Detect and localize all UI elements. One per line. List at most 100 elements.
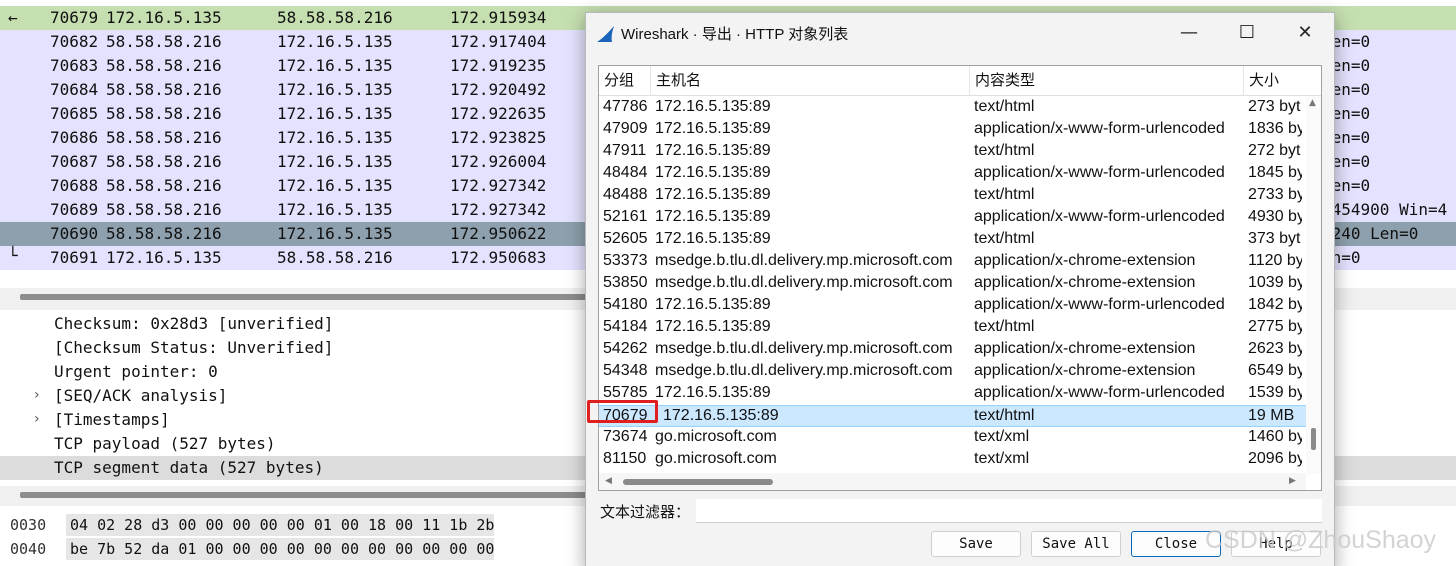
table-row[interactable]: 47909 172.16.5.135:89 application/x-www-fo… [599,119,1321,141]
packet-destination: 172.16.5.135 [277,32,393,51]
column-header-packet[interactable]: 分组 [599,66,651,96]
hostname-cell: 172.16.5.135:89 [655,186,771,203]
content-type-cell: text/xml [974,450,1030,467]
content-type-cell: application/x-www-form-urlencoded [974,296,1225,313]
hex-bytes[interactable]: be 7b 52 da 01 00 00 00 00 00 00 00 00 0… [66,538,495,560]
packet-time: 172.950622 [450,224,547,243]
packet-number-cell: 52605 [603,230,648,247]
hostname-cell: 172.16.5.135:89 [655,230,771,247]
packet-number: 70685 [50,104,99,123]
packet-source: 172.16.5.135 [106,248,222,267]
close-window-button[interactable]: ✕ [1276,13,1334,53]
text-filter-label: 文本过滤器： [600,504,691,521]
hex-bytes[interactable]: 04 02 28 d3 00 00 00 00 00 01 00 18 00 1… [66,514,495,536]
detail-text: Urgent pointer: 0 [54,362,218,381]
scroll-up-arrow-icon[interactable]: ▲ [1309,98,1316,108]
table-row[interactable]: 53373 msedge.b.tlu.dl.delivery.mp.microso… [599,251,1321,273]
table-row[interactable]: 52605 172.16.5.135:89 text/html 373 byt [599,229,1321,251]
table-row[interactable]: 54180 172.16.5.135:89 application/x-www-fo… [599,295,1321,317]
close-icon: ✕ [1297,22,1313,43]
packet-number-cell: 54180 [603,296,648,313]
packet-number: 70687 [50,152,99,171]
packet-source: 58.58.58.216 [106,200,222,219]
size-cell: 1842 by [1248,296,1302,313]
size-cell: 273 byt [1248,98,1301,115]
minimize-button[interactable]: — [1160,13,1218,53]
content-type-cell: text/html [974,98,1035,115]
packet-number-cell: 53373 [603,252,648,269]
table-row[interactable]: 81150 go.microsoft.com text/xml 2096 by [599,449,1321,471]
table-row[interactable]: 73674 go.microsoft.com text/xml 1460 by [599,427,1321,449]
packet-destination: 172.16.5.135 [277,128,393,147]
table-row[interactable]: 54348 msedge.b.tlu.dl.delivery.mp.microso… [599,361,1321,383]
hostname-cell: 172.16.5.135:89 [655,164,771,181]
content-type-cell: application/x-chrome-extension [974,274,1196,291]
text-filter-input[interactable] [696,499,1322,523]
packet-number-cell: 54348 [603,362,648,379]
packet-time: 172.919235 [450,56,547,75]
packet-number-cell: 53850 [603,274,648,291]
watermark: CSDN @ZhouShaoy [1205,526,1437,554]
table-row[interactable]: 70679 172.16.5.135:89 text/html 19 MB [599,405,1321,427]
detail-text: Checksum: 0x28d3 [unverified] [54,314,334,333]
detail-text: [SEQ/ACK analysis] [54,386,228,405]
packet-number: 70682 [50,32,99,51]
expand-chevron-icon[interactable]: › [34,411,40,427]
detail-text: TCP payload (527 bytes) [54,434,276,453]
packet-destination: 172.16.5.135 [277,200,393,219]
http-objects-table[interactable]: 分组 主机名 内容类型 大小 47786 172.16.5.135:89 text/… [598,65,1322,491]
hostname-cell: 172.16.5.135:89 [655,142,771,159]
size-cell: 2775 by [1248,318,1302,335]
packet-number: 70689 [50,200,99,219]
related-packet-bracket-icon: └ [8,246,18,265]
packet-source: 58.58.58.216 [106,176,222,195]
size-cell: 2733 by [1248,186,1302,203]
scroll-right-arrow-icon[interactable]: ▶ [1289,476,1296,486]
scroll-left-arrow-icon[interactable]: ◀ [605,476,612,486]
packet-source: 58.58.58.216 [106,128,222,147]
packet-destination: 172.16.5.135 [277,176,393,195]
packet-number-cell: 47911 [603,142,647,159]
table-vscrollbar[interactable]: ▲ [1306,96,1321,474]
table-row[interactable]: 47911 172.16.5.135:89 text/html 272 byt [599,141,1321,163]
table-hscroll-thumb[interactable] [623,479,773,485]
hostname-cell: msedge.b.tlu.dl.delivery.mp.microsoft.co… [655,252,953,269]
content-type-cell: application/x-www-form-urlencoded [974,164,1225,181]
dialog-titlebar[interactable]: Wireshark · 导出 · HTTP 对象列表 — ☐ ✕ [586,13,1334,53]
table-row[interactable]: 53850 msedge.b.tlu.dl.delivery.mp.microso… [599,273,1321,295]
save-button[interactable]: Save [931,531,1021,557]
table-row[interactable]: 54184 172.16.5.135:89 text/html 2775 by [599,317,1321,339]
dialog-title: Wireshark · 导出 · HTTP 对象列表 [621,26,849,43]
column-header-size[interactable]: 大小 [1244,66,1306,96]
table-row[interactable]: 52161 172.16.5.135:89 application/x-www-fo… [599,207,1321,229]
maximize-button[interactable]: ☐ [1218,13,1276,53]
table-row[interactable]: 54262 msedge.b.tlu.dl.delivery.mp.microso… [599,339,1321,361]
size-cell: 1836 by [1248,120,1302,137]
expand-chevron-icon[interactable]: › [34,387,40,403]
detail-text: [Timestamps] [54,410,170,429]
content-type-cell: text/html [974,186,1035,203]
export-http-objects-dialog: Wireshark · 导出 · HTTP 对象列表 — ☐ ✕ 分组 主机名 … [585,12,1335,566]
packet-time: 172.922635 [450,104,547,123]
size-cell: 19 MB [1248,407,1295,424]
table-row[interactable]: 48488 172.16.5.135:89 text/html 2733 by [599,185,1321,207]
packet-destination: 172.16.5.135 [277,56,393,75]
hostname-cell: go.microsoft.com [655,428,777,445]
table-row[interactable]: 48484 172.16.5.135:89 application/x-www-fo… [599,163,1321,185]
content-type-cell: application/x-chrome-extension [974,362,1196,379]
size-cell: 272 byt [1248,142,1301,159]
packet-time: 172.927342 [450,176,547,195]
table-hscrollbar[interactable]: ◀ ▶ [599,473,1306,490]
packet-time: 172.926004 [450,152,547,171]
detail-text: TCP segment data (527 bytes) [54,458,324,477]
table-row[interactable]: 47786 172.16.5.135:89 text/html 273 byt [599,97,1321,119]
column-header-content-type[interactable]: 内容类型 [970,66,1244,96]
packet-number-cell: 54262 [603,340,648,357]
content-type-cell: text/xml [974,428,1030,445]
column-header-hostname[interactable]: 主机名 [651,66,970,96]
table-vscroll-thumb[interactable] [1311,428,1316,450]
annotation-highlight-box [587,400,658,423]
save-all-button[interactable]: Save All [1031,531,1121,557]
size-cell: 1845 by [1248,164,1302,181]
table-row[interactable]: 55785 172.16.5.135:89 application/x-www-fo… [599,383,1321,405]
